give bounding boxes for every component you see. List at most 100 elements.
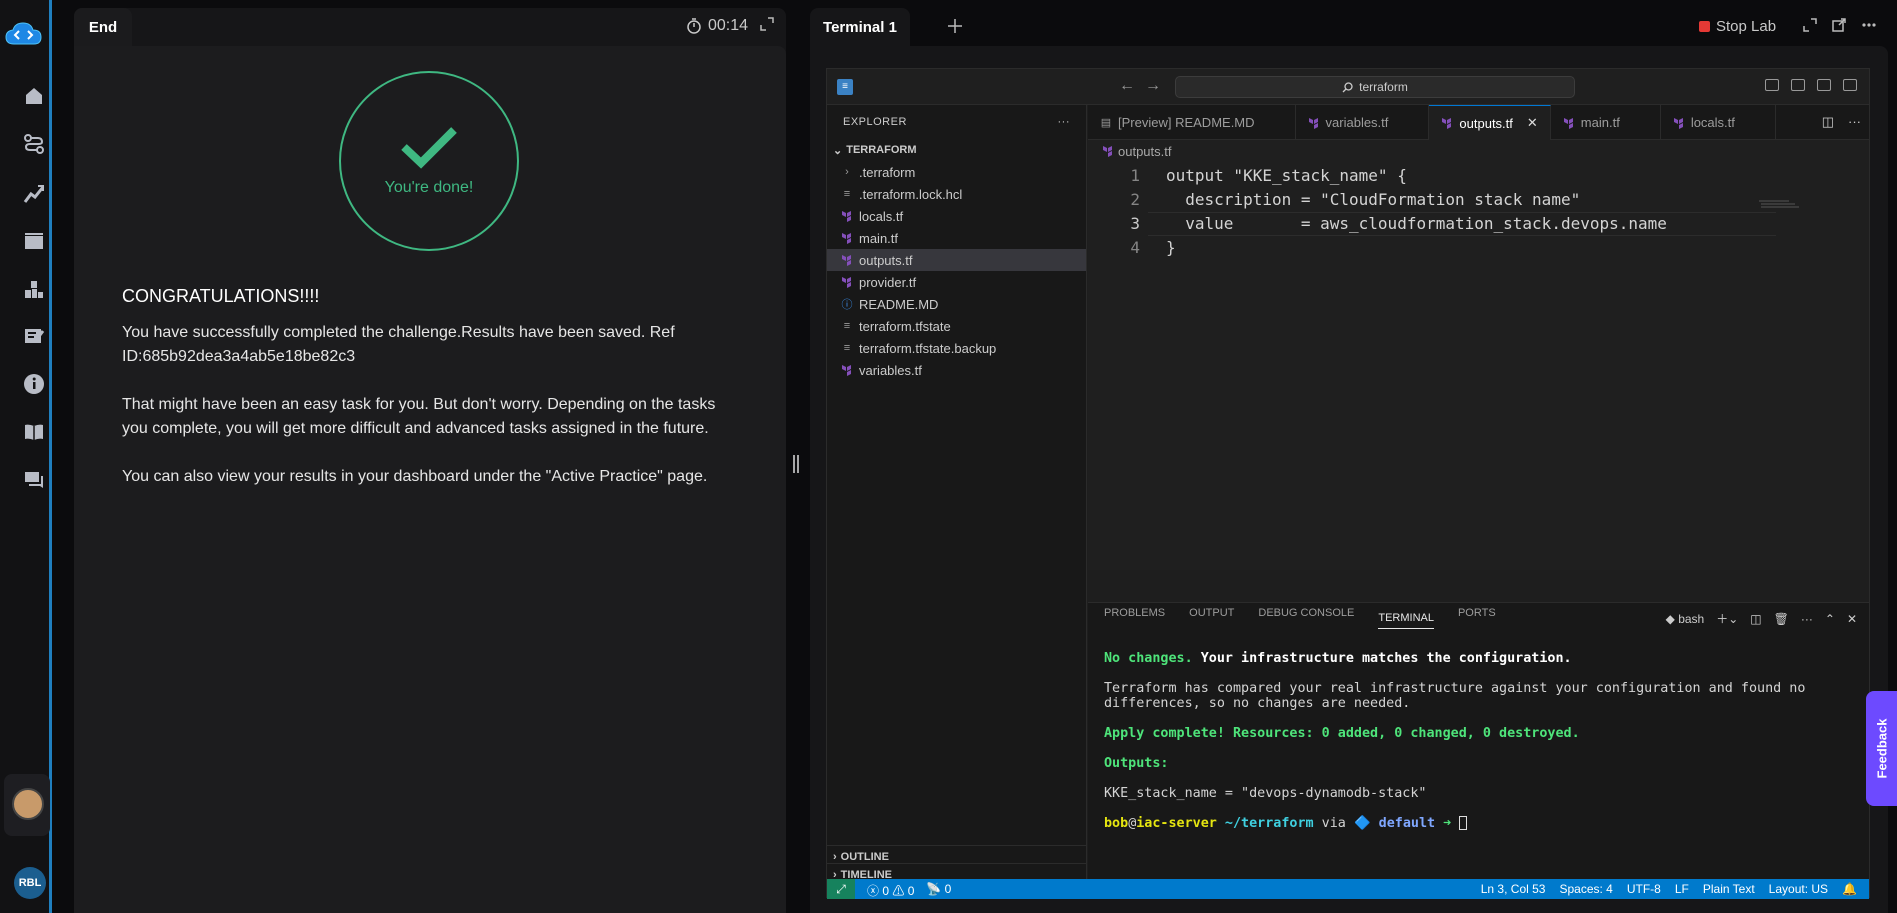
route-icon[interactable] [20,130,48,158]
split-terminal-icon[interactable]: ◫ [1750,612,1761,626]
ports-status[interactable]: 📡 0 [926,882,951,899]
file-name: outputs.tf [859,252,913,268]
editor-tab[interactable]: locals.tf [1661,105,1776,140]
menu-icon[interactable]: ≡ [837,79,853,95]
panel-tab[interactable]: PROBLEMS [1104,607,1165,629]
editor-more-icon[interactable]: ··· [1848,114,1861,130]
forward-arrow-icon[interactable]: → [1145,77,1161,95]
maximize-panel-icon[interactable]: ⌃ [1825,612,1835,626]
editor-tab[interactable]: outputs.tf ✕ [1429,105,1551,140]
close-panel-icon[interactable]: ✕ [1847,612,1857,626]
editor-tab[interactable]: variables.tf [1296,105,1430,140]
terraform-file-icon [1673,117,1683,129]
tab-end[interactable]: End [74,8,132,46]
checkmark-icon [401,127,457,169]
editor-tab[interactable]: ▤ [Preview] README.MD [1088,105,1296,140]
cloud-logo-icon[interactable] [4,20,44,50]
file-item[interactable]: ⓘ README.MD [827,293,1086,315]
feedback-label: Feedback [1874,718,1890,779]
cursor-position[interactable]: Ln 3, Col 53 [1481,882,1546,896]
avatar[interactable] [12,788,44,820]
expand-icon[interactable] [1801,18,1819,36]
panel-tab[interactable]: TERMINAL [1378,607,1434,629]
panel-more-icon[interactable]: ··· [1801,612,1813,626]
code-line: 4} [1088,236,1869,260]
remote-icon[interactable]: ⤢ [827,879,855,899]
tab-label: variables.tf [1325,115,1389,130]
explorer-root-folder[interactable]: ⌄ TERRAFORM [827,139,1086,161]
info-icon[interactable] [20,370,48,398]
add-tab-icon[interactable] [948,16,962,39]
command-search[interactable]: terraform [1175,76,1575,98]
notes-icon[interactable] [20,322,48,350]
vscode-titlebar: ≡ ← → terraform [827,69,1869,105]
timer-value: 00:14 [707,17,748,34]
line-ending[interactable]: LF [1675,882,1689,896]
done-text: You're done! [384,179,474,196]
prompt-workspace: 🔷 default [1353,816,1436,831]
editor-tabs: ▤ [Preview] README.MD variables.tf outputs.… [1088,105,1869,140]
feedback-button[interactable]: Feedback [1866,691,1897,806]
more-options-icon[interactable] [1860,18,1878,36]
terraform-file-icon [1442,118,1452,129]
file-name: provider.tf [859,274,917,290]
trash-icon[interactable]: 🗑 [1774,612,1789,626]
stop-icon [1699,21,1710,32]
split-editor-icon[interactable]: ◫ [1822,114,1834,130]
editor-tab[interactable]: main.tf [1551,105,1661,140]
close-icon[interactable]: ✕ [1527,115,1538,131]
growth-icon[interactable] [20,179,48,207]
error-count: 0 [882,884,890,898]
shell-selector[interactable]: ◆ bash [1666,612,1705,626]
book-icon[interactable] [20,418,48,446]
back-arrow-icon[interactable]: ← [1119,77,1135,95]
encoding[interactable]: UTF-8 [1627,882,1661,896]
new-terminal-icon[interactable]: ＋⌄ [1716,610,1738,627]
file-item[interactable]: ≡ .terraform.lock.hcl [827,183,1086,205]
bell-icon[interactable]: 🔔 [1842,882,1857,896]
left-rail: RBL [0,0,52,913]
vscode-window: ≡ ← → terraform EXPLORER ··· ⌄ TERRAFORM… [826,68,1870,899]
expand-icon[interactable] [760,17,780,37]
file-item[interactable]: main.tf [827,227,1086,249]
toggle-secondary-sidebar-icon[interactable] [1843,79,1857,91]
home-icon[interactable] [20,82,48,110]
file-item[interactable]: variables.tf [827,359,1086,381]
video-icon[interactable] [20,227,48,255]
open-external-icon[interactable] [1830,18,1848,36]
layout-controls-icon[interactable] [1765,79,1779,91]
terminal-output[interactable]: No changes. Your infrastructure matches … [1104,651,1844,831]
file-item[interactable]: › .terraform [827,161,1086,183]
panel-tab[interactable]: DEBUG CONSOLE [1258,607,1354,629]
toggle-panel-icon[interactable] [1817,79,1831,91]
user-initials-badge[interactable]: RBL [14,867,46,899]
breadcrumb-file: outputs.tf [1118,143,1172,159]
panel-tab[interactable]: OUTPUT [1189,607,1234,629]
file-item[interactable]: outputs.tf [827,249,1086,271]
more-actions-icon[interactable]: ··· [1058,116,1071,128]
code-text: value = aws_cloudformation_stack.devops.… [1166,214,1667,233]
problems-status[interactable]: ⓧ 0 ⚠ 0 [867,882,914,899]
file-item[interactable]: ≡ terraform.tfstate.backup [827,337,1086,359]
terraform-file-icon [1308,117,1318,129]
tab-terminal-1[interactable]: Terminal 1 [810,8,910,46]
congrats-heading: CONGRATULATIONS!!!! [122,286,320,306]
file-item[interactable]: ≡ terraform.tfstate [827,315,1086,337]
language-mode[interactable]: Plain Text [1703,882,1755,896]
leaderboard-icon[interactable] [20,275,48,303]
indentation[interactable]: Spaces: 4 [1559,882,1612,896]
chevron-right-icon: › [845,166,849,178]
file-item[interactable]: locals.tf [827,205,1086,227]
code-editor[interactable]: 1 output "KKE_stack_name" {2 description … [1088,162,1869,260]
line-number: 4 [1130,238,1140,257]
keyboard-layout[interactable]: Layout: US [1769,882,1828,896]
stop-lab-button[interactable]: Stop Lab [1699,18,1776,35]
text-file-icon: ≡ [843,342,851,354]
file-name: terraform.tfstate.backup [859,340,997,356]
chat-icon[interactable] [20,466,48,494]
file-item[interactable]: provider.tf [827,271,1086,293]
toggle-sidebar-icon[interactable] [1791,79,1805,91]
ports-count: 0 [944,882,952,896]
panel-tab[interactable]: PORTS [1458,607,1496,629]
panel-splitter[interactable] [792,455,802,473]
